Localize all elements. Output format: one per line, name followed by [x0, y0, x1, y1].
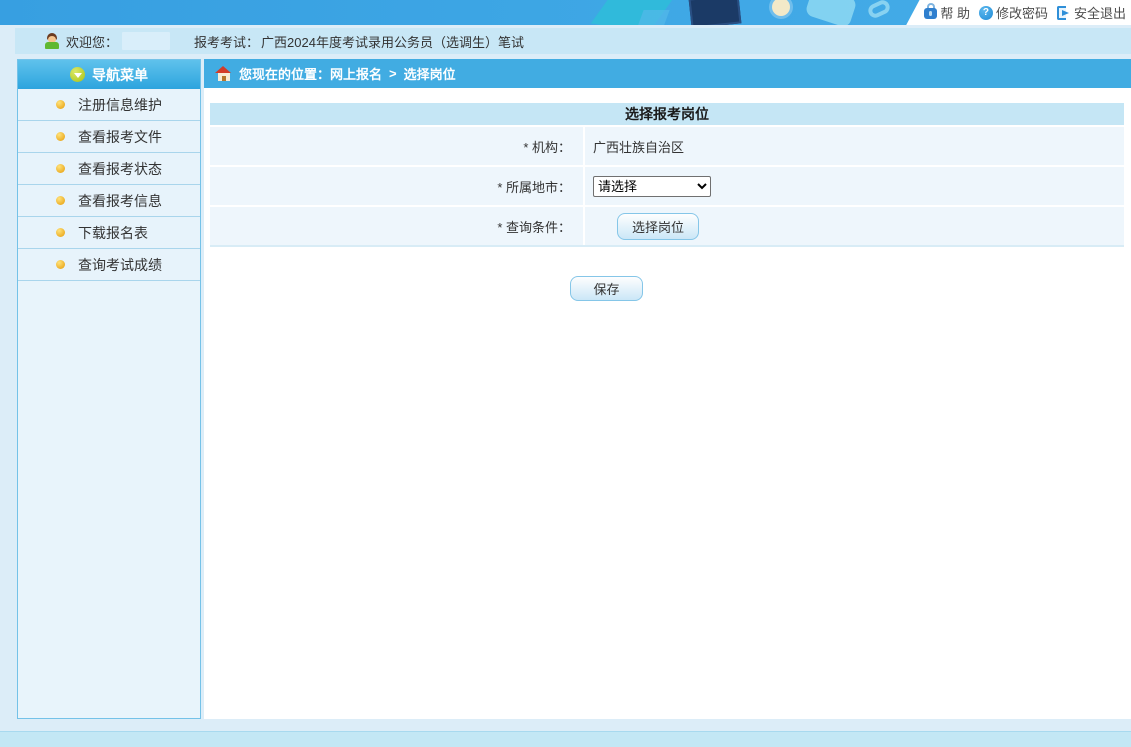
form-row-query: * 查询条件： 选择岗位 — [210, 207, 1124, 247]
user-name — [122, 32, 170, 50]
sidebar-nav: 导航菜单 注册信息维护 查看报考文件 查看报考状态 查看报考信息 下载报名表 查… — [17, 59, 201, 719]
sidebar-item-label: 查看报考文件 — [78, 127, 162, 147]
exam-name: 广西2024年度考试录用公务员（选调生）笔试 — [261, 32, 524, 51]
sidebar-menu: 注册信息维护 查看报考文件 查看报考状态 查看报考信息 下载报名表 查询考试成绩 — [18, 89, 200, 281]
sidebar-item-label: 查看报考状态 — [78, 159, 162, 179]
organization-value: 广西壮族自治区 — [593, 137, 684, 156]
help-label: 帮 助 — [940, 3, 970, 22]
banner-decoration — [689, 0, 742, 25]
banner-decoration — [772, 0, 790, 16]
breadcrumb-current: 选择岗位 — [404, 64, 456, 83]
welcome-greeting: 欢迎您： — [66, 32, 118, 51]
breadcrumb-separator: > — [389, 66, 397, 81]
breadcrumb-prefix: 您现在的位置： — [239, 64, 330, 83]
bullet-icon — [56, 100, 65, 109]
sidebar-item-exam-status[interactable]: 查看报考状态 — [18, 153, 200, 185]
exit-icon — [1057, 6, 1071, 20]
main-content: 选择报考岗位 * 机构： 广西壮族自治区 * 所属地市： 请选择 * 查询条件：… — [204, 88, 1131, 719]
bullet-icon — [56, 260, 65, 269]
choose-position-button[interactable]: 选择岗位 — [617, 213, 699, 240]
breadcrumb-section[interactable]: 网上报名 — [330, 64, 382, 83]
sidebar-item-exam-files[interactable]: 查看报考文件 — [18, 121, 200, 153]
lock-icon — [924, 6, 937, 19]
save-button[interactable]: 保存 — [570, 276, 643, 301]
home-icon — [215, 66, 232, 81]
sidebar-item-download-form[interactable]: 下载报名表 — [18, 217, 200, 249]
help-link[interactable]: 帮 助 — [924, 3, 970, 22]
query-label: * 查询条件： — [210, 207, 585, 245]
banner-decoration — [804, 0, 857, 25]
form-title: 选择报考岗位 — [210, 103, 1124, 127]
sidebar-item-label: 查询考试成绩 — [78, 255, 162, 275]
sidebar-item-label: 查看报考信息 — [78, 191, 162, 211]
breadcrumb: 您现在的位置： 网上报名 > 选择岗位 — [204, 59, 1131, 88]
question-icon: ? — [979, 6, 993, 20]
chevron-down-icon — [70, 67, 85, 82]
form-row-organization: * 机构： 广西壮族自治区 — [210, 127, 1124, 167]
organization-label: * 机构： — [210, 127, 585, 165]
user-icon — [44, 33, 60, 49]
sidebar-title: 导航菜单 — [92, 65, 148, 85]
sidebar-item-label: 注册信息维护 — [78, 95, 162, 115]
exam-label: 报考考试： — [194, 32, 259, 51]
bullet-icon — [56, 164, 65, 173]
logout-link[interactable]: 安全退出 — [1057, 3, 1126, 22]
bullet-icon — [56, 132, 65, 141]
logout-label: 安全退出 — [1074, 3, 1126, 22]
position-form: 选择报考岗位 * 机构： 广西壮族自治区 * 所属地市： 请选择 * 查询条件：… — [210, 103, 1124, 247]
sidebar-item-label: 下载报名表 — [78, 223, 148, 243]
banner-links: 帮 助 ? 修改密码 安全退出 — [924, 0, 1126, 25]
bullet-icon — [56, 196, 65, 205]
sidebar-header: 导航菜单 — [18, 60, 200, 89]
welcome-bar: 欢迎您： 报考考试： 广西2024年度考试录用公务员（选调生）笔试 — [15, 28, 1131, 54]
city-select[interactable]: 请选择 — [593, 176, 711, 197]
top-banner: 帮 助 ? 修改密码 安全退出 — [0, 0, 1131, 25]
sidebar-item-exam-info[interactable]: 查看报考信息 — [18, 185, 200, 217]
banner-decoration — [866, 0, 892, 20]
footer-strip — [0, 731, 1131, 747]
page: { "banner": { "links": [ { "icon": "lock… — [0, 0, 1131, 747]
change-password-label: 修改密码 — [996, 3, 1048, 22]
bullet-icon — [56, 228, 65, 237]
sidebar-item-exam-results[interactable]: 查询考试成绩 — [18, 249, 200, 281]
change-password-link[interactable]: ? 修改密码 — [979, 3, 1048, 22]
sidebar-item-register-info[interactable]: 注册信息维护 — [18, 89, 200, 121]
form-row-city: * 所属地市： 请选择 — [210, 167, 1124, 207]
city-label: * 所属地市： — [210, 167, 585, 205]
